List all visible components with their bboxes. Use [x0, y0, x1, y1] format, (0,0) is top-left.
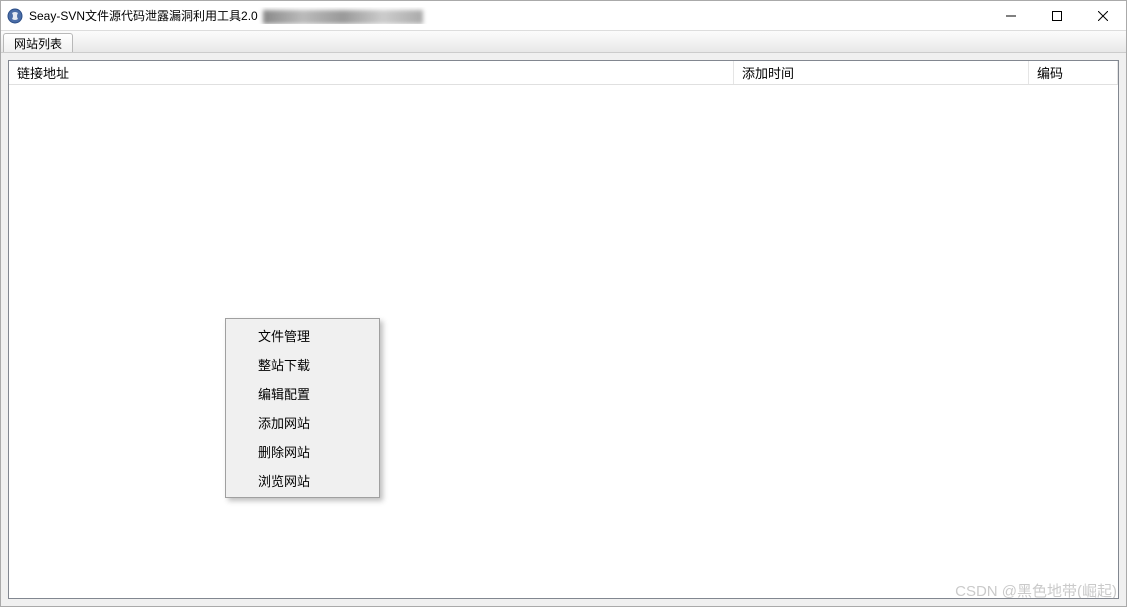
column-header-encoding[interactable]: 编码 [1029, 61, 1118, 84]
titlebar: Seay-SVN文件源代码泄露漏洞利用工具2.0 [1, 1, 1126, 31]
window-controls [988, 1, 1126, 30]
app-icon [7, 8, 23, 24]
column-header-time[interactable]: 添加时间 [734, 61, 1029, 84]
window-title: Seay-SVN文件源代码泄露漏洞利用工具2.0 [29, 7, 988, 24]
tab-website-list[interactable]: 网站列表 [3, 33, 73, 52]
tab-bar: 网站列表 [1, 31, 1126, 53]
context-item-file-manage[interactable]: 文件管理 [228, 321, 377, 350]
app-window: Seay-SVN文件源代码泄露漏洞利用工具2.0 网站列表 链接地址 [0, 0, 1127, 607]
maximize-button[interactable] [1034, 1, 1080, 30]
column-header-url[interactable]: 链接地址 [9, 61, 734, 84]
close-button[interactable] [1080, 1, 1126, 30]
context-menu: 文件管理 整站下载 编辑配置 添加网站 删除网站 浏览网站 [225, 318, 380, 498]
context-item-delete-site[interactable]: 删除网站 [228, 437, 377, 466]
context-item-full-download[interactable]: 整站下载 [228, 350, 377, 379]
context-item-browse-site[interactable]: 浏览网站 [228, 466, 377, 495]
tab-label: 网站列表 [14, 35, 62, 52]
context-item-edit-config[interactable]: 编辑配置 [228, 379, 377, 408]
context-item-add-site[interactable]: 添加网站 [228, 408, 377, 437]
minimize-button[interactable] [988, 1, 1034, 30]
list-body[interactable] [9, 85, 1118, 598]
content-area: 链接地址 添加时间 编码 [1, 53, 1126, 606]
title-redacted [263, 10, 423, 24]
list-headers: 链接地址 添加时间 编码 [9, 61, 1118, 85]
website-listview[interactable]: 链接地址 添加时间 编码 [8, 60, 1119, 599]
